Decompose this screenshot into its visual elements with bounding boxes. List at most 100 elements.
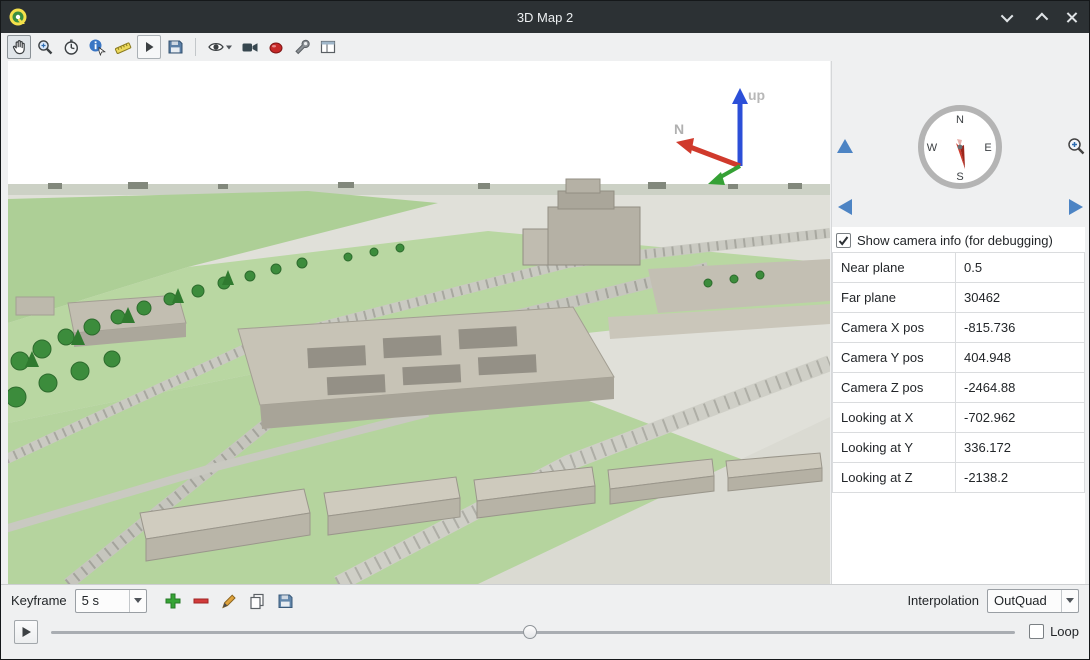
table-row: Near plane0.5 <box>833 253 1085 283</box>
row-value: -815.736 <box>956 313 1085 343</box>
row-value: -2138.2 <box>956 463 1085 493</box>
configure-button[interactable] <box>290 35 314 59</box>
keyframe-select[interactable]: 5 s <box>75 589 147 613</box>
add-icon <box>164 592 182 610</box>
row-value: -702.962 <box>956 403 1085 433</box>
zoom-full-icon <box>36 38 54 56</box>
move-up-button[interactable] <box>836 137 854 155</box>
duplicate-keyframe-button[interactable] <box>245 589 269 613</box>
camera-side-panel: N E S W <box>831 61 1084 584</box>
interpolation-label: Interpolation <box>907 593 979 608</box>
save-icon <box>166 38 184 56</box>
pencil-icon <box>220 592 238 610</box>
row-label: Camera X pos <box>833 313 956 343</box>
show-camera-info-label: Show camera info (for debugging) <box>857 233 1053 248</box>
row-label: Far plane <box>833 283 956 313</box>
row-label: Looking at X <box>833 403 956 433</box>
table-row: Camera Y pos404.948 <box>833 343 1085 373</box>
save-keyframes-button[interactable] <box>273 589 297 613</box>
red-lens-icon <box>267 38 285 56</box>
clock-icon <box>62 38 80 56</box>
keyframe-bar: Keyframe 5 s <box>1 584 1089 616</box>
row-value: 0.5 <box>956 253 1085 283</box>
keyframe-label: Keyframe <box>11 593 67 608</box>
map-view-menu-button[interactable] <box>204 35 236 59</box>
move-left-button[interactable] <box>836 198 854 216</box>
move-right-button[interactable] <box>1067 198 1085 216</box>
chevron-down-icon <box>134 598 142 603</box>
maximize-button[interactable] <box>1031 8 1049 26</box>
identify-button[interactable] <box>85 35 109 59</box>
compass[interactable]: N E S W <box>918 105 1002 189</box>
camera-info-panel: Show camera info (for debugging) Near pl… <box>832 227 1085 584</box>
wrench-icon <box>293 38 311 56</box>
video-camera-icon <box>241 38 259 56</box>
minimize-button[interactable] <box>999 8 1017 26</box>
close-button[interactable] <box>1063 8 1081 26</box>
window-title: 3D Map 2 <box>1 10 1089 25</box>
map-toolbar <box>1 33 1089 61</box>
navigation-clock-button[interactable] <box>59 35 83 59</box>
table-row: Camera X pos-815.736 <box>833 313 1085 343</box>
show-camera-info-row: Show camera info (for debugging) <box>832 227 1085 252</box>
zoom-in-button[interactable] <box>1066 136 1086 156</box>
3d-map-viewport[interactable]: up N <box>8 61 830 584</box>
loop-label: Loop <box>1050 624 1079 639</box>
keyframe-value: 5 s <box>76 593 129 608</box>
floppy-icon <box>276 592 294 610</box>
navigation-widget: N E S W <box>832 61 1085 227</box>
measure-line-button[interactable] <box>111 35 135 59</box>
axis-north-label: N <box>674 121 684 137</box>
row-label: Camera Y pos <box>833 343 956 373</box>
row-label: Camera Z pos <box>833 373 956 403</box>
pan-hand-icon <box>10 38 28 56</box>
compass-south-label: S <box>956 171 963 183</box>
table-row: Looking at X-702.962 <box>833 403 1085 433</box>
toolbar-separator <box>195 38 196 56</box>
row-value: 30462 <box>956 283 1085 313</box>
loop-row: Loop <box>1029 624 1079 639</box>
dock-options-button[interactable] <box>316 35 340 59</box>
interpolation-select[interactable]: OutQuad <box>987 589 1079 613</box>
row-value: 336.172 <box>956 433 1085 463</box>
play-animation-button[interactable] <box>14 620 38 644</box>
table-row: Camera Z pos-2464.88 <box>833 373 1085 403</box>
maximize-icon <box>1035 12 1048 25</box>
slider-handle[interactable] <box>523 625 537 639</box>
row-label: Looking at Y <box>833 433 956 463</box>
table-row: Far plane30462 <box>833 283 1085 313</box>
record-camera-button[interactable] <box>238 35 262 59</box>
camera-control-tool-button[interactable] <box>7 35 31 59</box>
main-content: up N <box>1 61 1090 584</box>
axis-up-label: up <box>748 87 765 103</box>
zoom-full-button[interactable] <box>33 35 57 59</box>
save-image-button[interactable] <box>163 35 187 59</box>
loop-checkbox[interactable] <box>1029 624 1044 639</box>
compass-north-label: N <box>956 114 964 126</box>
row-value: -2464.88 <box>956 373 1085 403</box>
interpolation-value: OutQuad <box>988 593 1061 608</box>
compass-west-label: W <box>927 142 938 154</box>
effects-button[interactable] <box>264 35 288 59</box>
play-icon <box>140 38 158 56</box>
show-camera-info-checkbox[interactable] <box>836 233 851 248</box>
measure-icon <box>114 38 132 56</box>
3d-scene: up N <box>8 61 830 584</box>
remove-keyframe-button[interactable] <box>189 589 213 613</box>
compass-east-label: E <box>984 142 991 154</box>
table-row: Looking at Z-2138.2 <box>833 463 1085 493</box>
play-icon <box>20 626 32 638</box>
animations-button[interactable] <box>137 35 161 59</box>
qgis-3d-map-window: 3D Map 2 <box>0 0 1090 660</box>
close-icon <box>1066 11 1078 23</box>
row-label: Near plane <box>833 253 956 283</box>
add-keyframe-button[interactable] <box>161 589 185 613</box>
copy-icon <box>248 592 266 610</box>
timeline-slider[interactable] <box>51 631 1015 634</box>
edit-keyframe-button[interactable] <box>217 589 241 613</box>
chevron-down-icon <box>1066 598 1074 603</box>
row-label: Looking at Z <box>833 463 956 493</box>
titlebar[interactable]: 3D Map 2 <box>1 1 1089 33</box>
remove-icon <box>192 592 210 610</box>
panel-icon <box>319 38 337 56</box>
